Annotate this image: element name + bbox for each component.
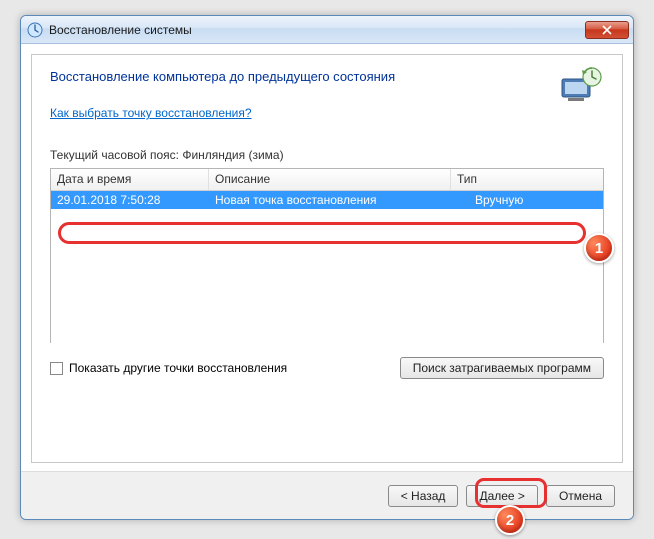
back-button[interactable]: < Назад	[388, 485, 459, 507]
col-date[interactable]: Дата и время	[51, 169, 209, 190]
show-more-label: Показать другие точки восстановления	[69, 361, 287, 375]
content-panel: Восстановление компьютера до предыдущего…	[31, 54, 623, 463]
checkbox-icon[interactable]	[50, 362, 63, 375]
page-heading: Восстановление компьютера до предыдущего…	[50, 69, 556, 84]
titlebar[interactable]: Восстановление системы	[21, 16, 633, 44]
next-button[interactable]: Далее >	[466, 485, 538, 507]
window-title: Восстановление системы	[49, 23, 585, 37]
close-button[interactable]	[585, 21, 629, 39]
show-more-checkbox-wrap[interactable]: Показать другие точки восстановления	[50, 361, 400, 375]
restore-points-table: Дата и время Описание Тип 29.01.2018 7:5…	[50, 168, 604, 343]
col-type[interactable]: Тип	[451, 169, 603, 190]
wizard-footer: < Назад Далее > Отмена	[21, 471, 633, 519]
system-restore-window: Восстановление системы Восстановление ко…	[20, 15, 634, 520]
cell-desc: Новая точка восстановления	[209, 192, 451, 208]
help-link[interactable]: Как выбрать точку восстановления?	[50, 106, 252, 120]
table-body: 29.01.2018 7:50:28 Новая точка восстанов…	[51, 191, 603, 343]
table-row[interactable]: 29.01.2018 7:50:28 Новая точка восстанов…	[51, 191, 603, 209]
cell-type: Вручную	[451, 192, 603, 208]
close-icon	[602, 25, 612, 35]
timezone-label: Текущий часовой пояс: Финляндия (зима)	[50, 148, 604, 162]
system-restore-icon	[27, 22, 43, 38]
restore-graphic-icon	[556, 65, 604, 105]
cancel-button[interactable]: Отмена	[546, 485, 615, 507]
table-header: Дата и время Описание Тип	[51, 169, 603, 191]
scan-affected-button[interactable]: Поиск затрагиваемых программ	[400, 357, 604, 379]
col-desc[interactable]: Описание	[209, 169, 451, 190]
cell-date: 29.01.2018 7:50:28	[51, 192, 209, 208]
